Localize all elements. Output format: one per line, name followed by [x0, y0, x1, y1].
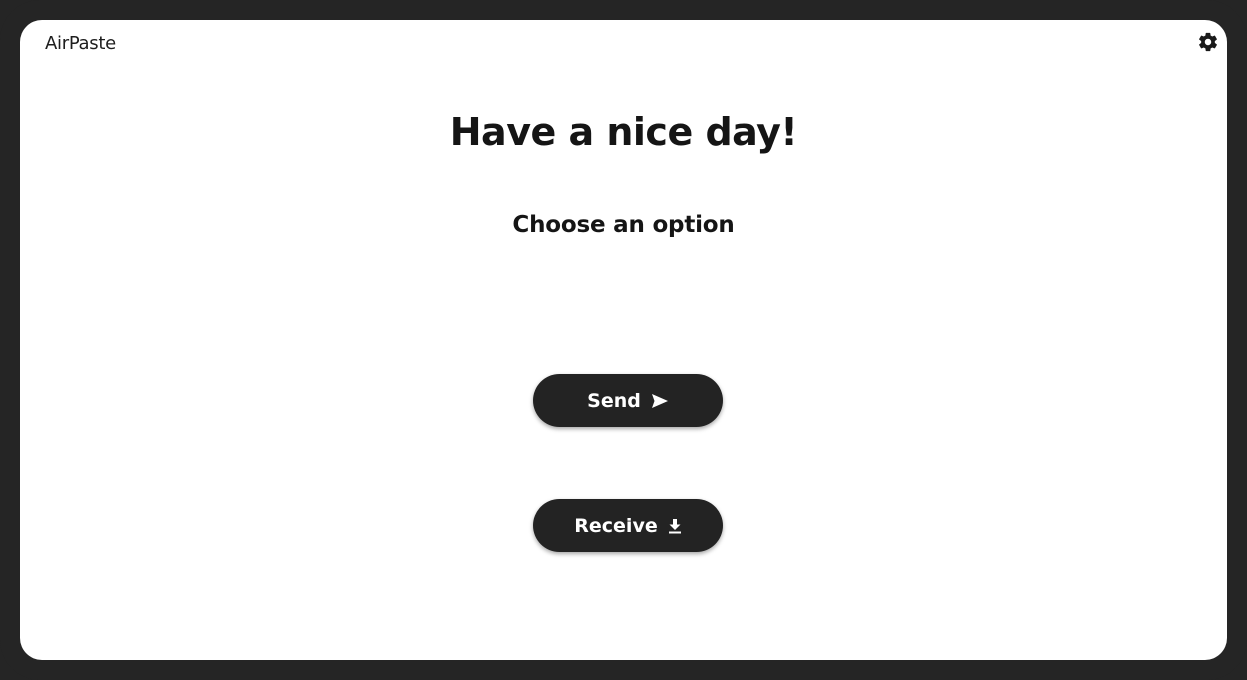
app-title: AirPaste — [45, 33, 116, 54]
gear-icon — [1199, 32, 1217, 52]
choose-option-heading: Choose an option — [512, 212, 735, 238]
send-button-label: Send — [587, 389, 641, 412]
app-window: AirPaste Have a nice day! Choose an opti… — [20, 20, 1227, 660]
receive-button[interactable]: Receive — [533, 499, 723, 552]
download-icon — [668, 518, 681, 533]
send-button[interactable]: Send — [533, 374, 723, 427]
send-icon — [651, 393, 668, 408]
settings-button[interactable] — [1197, 31, 1219, 53]
receive-button-label: Receive — [574, 514, 658, 537]
device-frame: AirPaste Have a nice day! Choose an opti… — [0, 0, 1247, 680]
greeting-heading: Have a nice day! — [449, 110, 798, 154]
